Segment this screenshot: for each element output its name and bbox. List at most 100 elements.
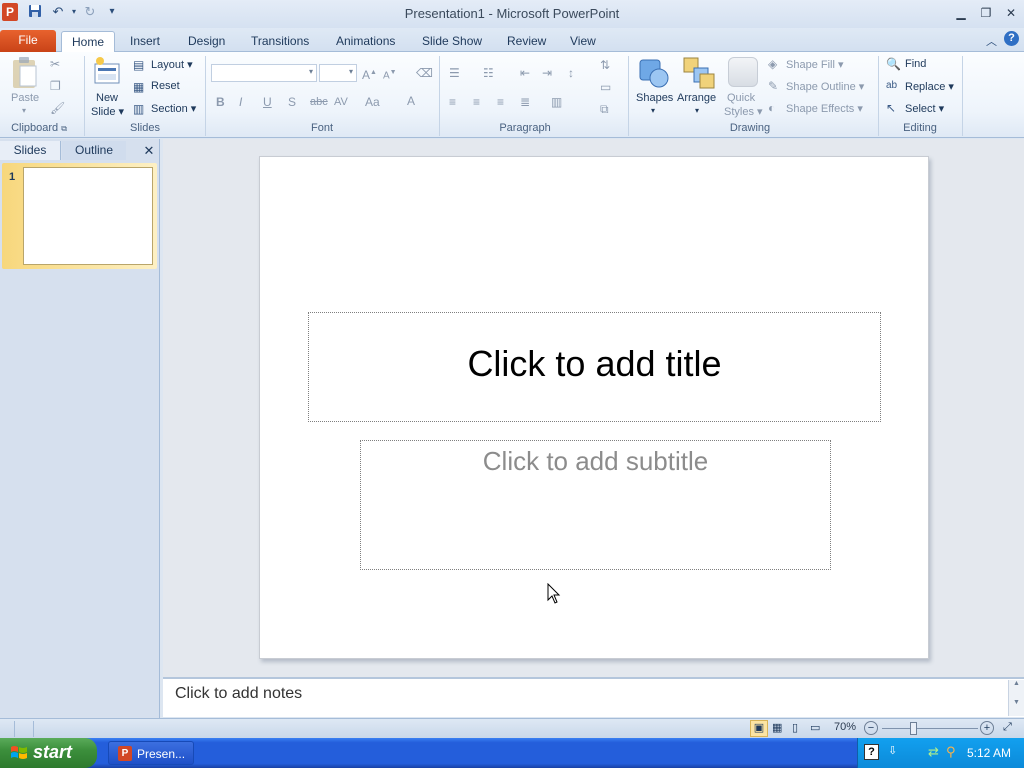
new-slide-icon[interactable] <box>92 56 122 86</box>
justify-icon[interactable]: ≣ <box>520 95 530 109</box>
clear-formatting-icon[interactable]: ⌫ <box>416 66 433 80</box>
select-button[interactable]: Select ▾ <box>905 102 944 115</box>
shapes-label[interactable]: Shapes <box>636 92 673 104</box>
new-slide-label-2[interactable]: Slide ▾ <box>91 105 124 118</box>
shrink-font-icon[interactable]: A▼ <box>383 66 397 83</box>
subtitle-placeholder-text[interactable]: Click to add subtitle <box>360 446 831 477</box>
shapes-icon[interactable] <box>637 56 671 90</box>
normal-view-icon[interactable]: ▣ <box>750 720 768 737</box>
reading-view-icon[interactable]: ▯ <box>792 721 798 734</box>
arrange-icon[interactable] <box>682 56 716 90</box>
tab-review[interactable]: Review <box>501 31 552 52</box>
quick-styles-icon[interactable] <box>728 57 758 87</box>
minimize-ribbon-icon[interactable]: ︿ <box>986 33 997 49</box>
network-icon[interactable]: ⇄ <box>928 744 939 760</box>
bold-icon[interactable]: B <box>216 95 225 109</box>
bullets-icon[interactable]: ☰ <box>449 66 460 80</box>
font-size-combo[interactable]: ▾ <box>319 64 357 82</box>
grow-font-icon[interactable]: A▲ <box>362 66 377 82</box>
paste-icon[interactable] <box>10 56 40 90</box>
section-button[interactable]: Section ▾ <box>151 102 196 115</box>
text-direction-icon[interactable]: ⇅ <box>600 58 610 72</box>
restore-icon[interactable]: ❐ <box>975 4 997 22</box>
zoom-out-icon[interactable]: − <box>864 721 878 735</box>
taskbar-item-powerpoint[interactable]: P Presen... <box>108 741 194 765</box>
tray-options-icon[interactable]: ⇩ <box>888 744 897 757</box>
font-name-combo[interactable]: ▾ <box>211 64 317 82</box>
paste-label[interactable]: Paste <box>11 92 39 104</box>
reset-icon[interactable]: ▦ <box>133 80 144 94</box>
section-icon[interactable]: ▥ <box>133 102 144 116</box>
layout-icon[interactable]: ▤ <box>133 58 144 72</box>
tab-animations[interactable]: Animations <box>330 31 401 52</box>
arrange-label[interactable]: Arrange <box>677 92 716 104</box>
align-right-icon[interactable]: ≡ <box>497 95 504 109</box>
copy-icon[interactable]: ❐ <box>50 79 61 93</box>
align-text-icon[interactable]: ▭ <box>600 80 611 94</box>
cut-icon[interactable]: ✂ <box>50 57 60 71</box>
change-case-icon[interactable]: Aa <box>365 95 380 109</box>
strikethrough-icon[interactable]: abc <box>310 95 328 109</box>
tab-view[interactable]: View <box>564 31 602 52</box>
title-placeholder-text[interactable]: Click to add title <box>308 343 881 385</box>
shape-effects-icon[interactable]: ◐ <box>768 101 775 115</box>
zoom-slider-track[interactable] <box>882 728 978 729</box>
find-icon[interactable]: 🔍 <box>886 57 901 71</box>
find-button[interactable]: Find <box>905 58 926 70</box>
pane-tab-outline[interactable]: Outline <box>62 141 126 160</box>
quick-styles-label-2[interactable]: Styles ▾ <box>724 105 763 118</box>
pane-tab-slides[interactable]: Slides <box>0 141 61 160</box>
dialog-launcher-icon[interactable]: ⧉ <box>61 124 67 133</box>
arrange-dropdown-icon[interactable]: ▾ <box>695 106 699 115</box>
zoom-in-icon[interactable]: + <box>980 721 994 735</box>
tab-insert[interactable]: Insert <box>124 31 166 52</box>
minimize-icon[interactable]: ▁ <box>950 4 972 22</box>
line-spacing-icon[interactable]: ↕ <box>568 66 574 80</box>
notes-placeholder[interactable]: Click to add notes <box>175 685 302 703</box>
layout-button[interactable]: Layout ▾ <box>151 58 193 71</box>
slide-sorter-icon[interactable]: ▦ <box>772 721 782 734</box>
zoom-slider-thumb[interactable] <box>910 722 917 735</box>
shape-outline-button[interactable]: Shape Outline ▾ <box>786 80 864 93</box>
tab-home[interactable]: Home <box>61 31 115 54</box>
format-painter-icon[interactable]: 🖌 <box>50 101 65 115</box>
paste-dropdown-icon[interactable]: ▾ <box>22 106 26 115</box>
text-shadow-icon[interactable]: S <box>288 95 296 109</box>
quick-styles-label[interactable]: Quick <box>727 92 755 104</box>
zoom-level[interactable]: 70% <box>834 721 856 733</box>
shapes-dropdown-icon[interactable]: ▾ <box>651 106 655 115</box>
start-label[interactable]: start <box>33 742 72 763</box>
character-spacing-icon[interactable]: AV <box>334 95 348 109</box>
tab-design[interactable]: Design <box>182 31 231 52</box>
slide-show-view-icon[interactable]: ▭ <box>810 721 820 734</box>
replace-icon[interactable]: ab <box>886 79 897 93</box>
underline-icon[interactable]: U <box>263 95 272 109</box>
align-center-icon[interactable]: ≡ <box>473 95 480 109</box>
close-pane-icon[interactable]: ✕ <box>140 141 158 160</box>
italic-icon[interactable]: I <box>239 95 242 109</box>
select-icon[interactable]: ↖ <box>886 101 896 115</box>
font-color-icon[interactable]: A <box>407 94 415 108</box>
clock[interactable]: 5:12 AM <box>967 746 1011 760</box>
align-left-icon[interactable]: ≡ <box>449 95 456 109</box>
columns-icon[interactable]: ▥ <box>551 95 562 109</box>
new-slide-label[interactable]: New <box>96 92 118 104</box>
increase-indent-icon[interactable]: ⇥ <box>542 66 552 80</box>
replace-button[interactable]: Replace ▾ <box>905 80 954 93</box>
start-button[interactable]: start <box>0 738 97 768</box>
shape-fill-icon[interactable]: ◈ <box>768 57 777 71</box>
search-tray-icon[interactable]: ⚲ <box>946 744 956 760</box>
shape-effects-button[interactable]: Shape Effects ▾ <box>786 102 863 115</box>
decrease-indent-icon[interactable]: ⇤ <box>520 66 530 80</box>
tab-slide-show[interactable]: Slide Show <box>416 31 488 52</box>
language-help-icon[interactable]: ? <box>864 744 879 760</box>
numbering-icon[interactable]: ☷ <box>483 66 494 80</box>
smartart-icon[interactable]: ⧉ <box>600 102 609 116</box>
slide-thumbnail[interactable] <box>23 167 153 265</box>
shape-outline-icon[interactable]: ✎ <box>768 79 778 93</box>
help-icon[interactable]: ? <box>1004 31 1019 46</box>
close-icon[interactable]: ✕ <box>1000 4 1022 22</box>
reset-button[interactable]: Reset <box>151 80 180 92</box>
fit-to-window-icon[interactable]: ⤢ <box>1003 721 1012 734</box>
tab-file[interactable]: File <box>0 30 56 52</box>
